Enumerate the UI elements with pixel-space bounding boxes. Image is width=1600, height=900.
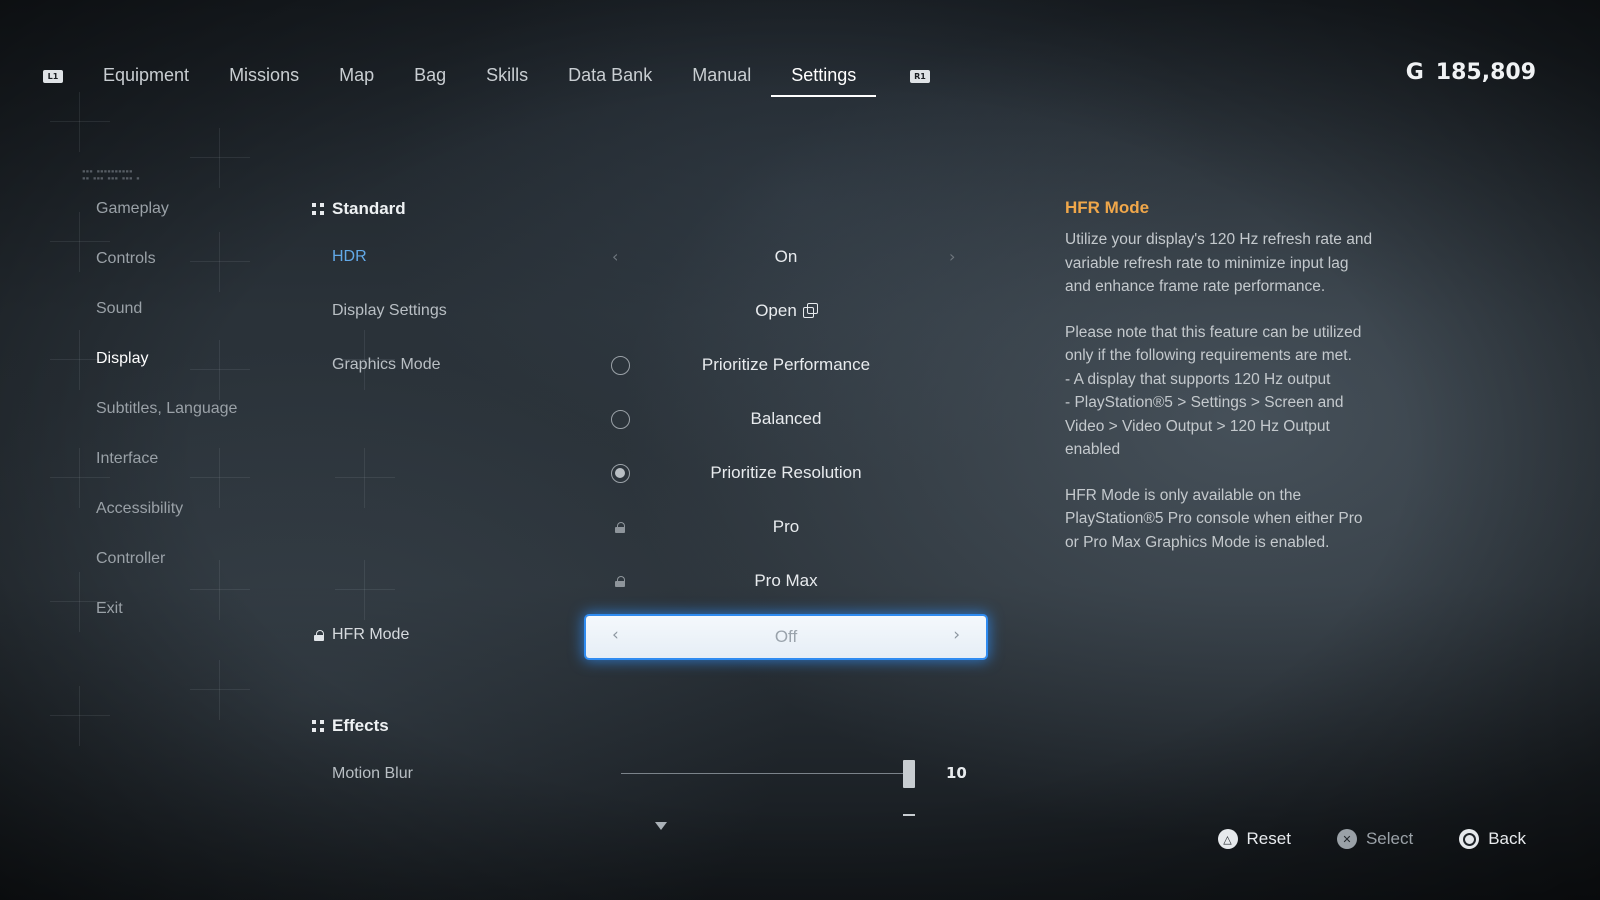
tab-data-bank[interactable]: Data Bank xyxy=(548,58,672,97)
currency-value: 185,809 xyxy=(1435,60,1536,85)
select-label: Select xyxy=(1365,829,1414,848)
tab-bag[interactable]: Bag xyxy=(394,58,466,97)
settings-category-menu: Gameplay Controls Sound Display Subtitles, L… xyxy=(96,192,237,642)
description-panel: HFR Mode Utilize your display's 120 Hz r… xyxy=(1065,198,1405,576)
sidebar-item-controls[interactable]: Controls xyxy=(96,242,237,292)
description-paragraph: HFR Mode is only available on the PlaySt… xyxy=(1065,486,1363,551)
crosshair-decoration xyxy=(190,660,250,720)
motion-blur-value: 10 xyxy=(946,764,967,782)
tab-settings[interactable]: Settings xyxy=(771,58,877,97)
lock-icon xyxy=(314,630,324,641)
currency-icon: G xyxy=(1405,60,1424,85)
motion-blur-label[interactable]: Motion Blur xyxy=(332,765,413,783)
external-window-icon xyxy=(802,303,818,318)
tab-map[interactable]: Map xyxy=(319,58,394,97)
crosshair-decoration xyxy=(50,686,110,746)
next-slider-thumb-partial xyxy=(903,814,915,816)
triangle-button-icon: △ xyxy=(1217,829,1238,849)
description-title: HFR Mode xyxy=(1065,198,1150,217)
section-heading-text: Standard xyxy=(332,199,406,218)
sidebar-item-controller[interactable]: Controller xyxy=(96,542,237,592)
description-paragraph: Utilize your display's 120 Hz refresh ra… xyxy=(1065,231,1373,295)
sidebar-item-sound[interactable]: Sound xyxy=(96,292,237,342)
sidebar-item-accessibility[interactable]: Accessibility xyxy=(96,492,237,542)
scroll-down-arrow-icon[interactable] xyxy=(655,822,667,830)
r1-button-icon[interactable]: R1 xyxy=(910,70,930,83)
tab-manual[interactable]: Manual xyxy=(672,58,771,97)
reset-prompt[interactable]: △ Reset xyxy=(1217,829,1291,849)
hfr-mode-value: Off xyxy=(774,627,798,646)
option-balanced[interactable]: Balanced xyxy=(586,409,986,429)
hfr-mode-label[interactable]: HFR Mode xyxy=(332,626,409,644)
back-label: Back xyxy=(1488,829,1526,848)
sidebar-item-interface[interactable]: Interface xyxy=(96,442,237,492)
circle-button-icon xyxy=(1459,829,1480,849)
section-dots-icon xyxy=(312,720,324,732)
graphics-mode-label: Graphics Mode xyxy=(332,356,441,373)
display-settings-label[interactable]: Display Settings xyxy=(332,302,447,320)
select-prompt[interactable]: ✕ Select xyxy=(1336,829,1414,849)
chevron-right-icon[interactable]: › xyxy=(953,625,960,645)
tab-missions[interactable]: Missions xyxy=(209,58,319,97)
hfr-mode-selector[interactable]: ‹ Off › xyxy=(586,616,986,658)
display-settings-open-button[interactable]: Open xyxy=(586,301,986,321)
decorative-tag: ▪▪▪ ▪▪▪▪▪▪▪▪▪▪ ▪▪ ▪▪▪ ▪▪▪ ▪▪▪ ▪ xyxy=(82,168,140,182)
section-dots-icon xyxy=(312,203,324,215)
section-heading-effects: Effects xyxy=(312,716,389,736)
crosshair-decoration xyxy=(190,128,250,188)
sidebar-item-display[interactable]: Display xyxy=(96,342,237,392)
hdr-value[interactable]: On xyxy=(586,247,986,267)
main-tabs: Equipment Missions Map Bag Skills Data Bank Ma… xyxy=(83,58,877,97)
back-prompt[interactable]: Back xyxy=(1459,829,1526,849)
option-prioritize-resolution[interactable]: Prioritize Resolution xyxy=(586,463,986,483)
l1-button-icon[interactable]: L1 xyxy=(43,70,63,83)
sidebar-item-gameplay[interactable]: Gameplay xyxy=(96,192,237,242)
tab-equipment[interactable]: Equipment xyxy=(83,58,209,97)
currency-display: G 185,809 xyxy=(1406,60,1536,85)
cross-button-icon: ✕ xyxy=(1336,829,1357,849)
reset-label: Reset xyxy=(1246,829,1291,848)
motion-blur-slider-track[interactable] xyxy=(621,773,909,774)
sidebar-item-subtitles-language[interactable]: Subtitles, Language xyxy=(96,392,237,442)
option-pro-max[interactable]: Pro Max xyxy=(586,571,986,591)
top-navigation-bar: L1 Equipment Missions Map Bag Skills Data Ban… xyxy=(0,0,1600,120)
sidebar-item-exit[interactable]: Exit xyxy=(96,592,237,642)
crosshair-decoration xyxy=(335,560,395,620)
description-paragraph: Please note that this feature can be uti… xyxy=(1065,323,1362,459)
button-prompts: △ Reset ✕ Select Back xyxy=(1172,829,1526,849)
tab-skills[interactable]: Skills xyxy=(466,58,548,97)
section-heading-standard: Standard xyxy=(312,199,406,219)
hdr-label[interactable]: HDR xyxy=(332,248,367,266)
section-heading-text: Effects xyxy=(332,716,389,735)
open-label: Open xyxy=(755,301,797,320)
option-pro[interactable]: Pro xyxy=(586,517,986,537)
crosshair-decoration xyxy=(335,448,395,508)
chevron-right-icon[interactable]: › xyxy=(949,247,955,266)
motion-blur-slider-thumb[interactable] xyxy=(903,760,915,788)
option-prioritize-performance[interactable]: Prioritize Performance xyxy=(586,355,986,375)
